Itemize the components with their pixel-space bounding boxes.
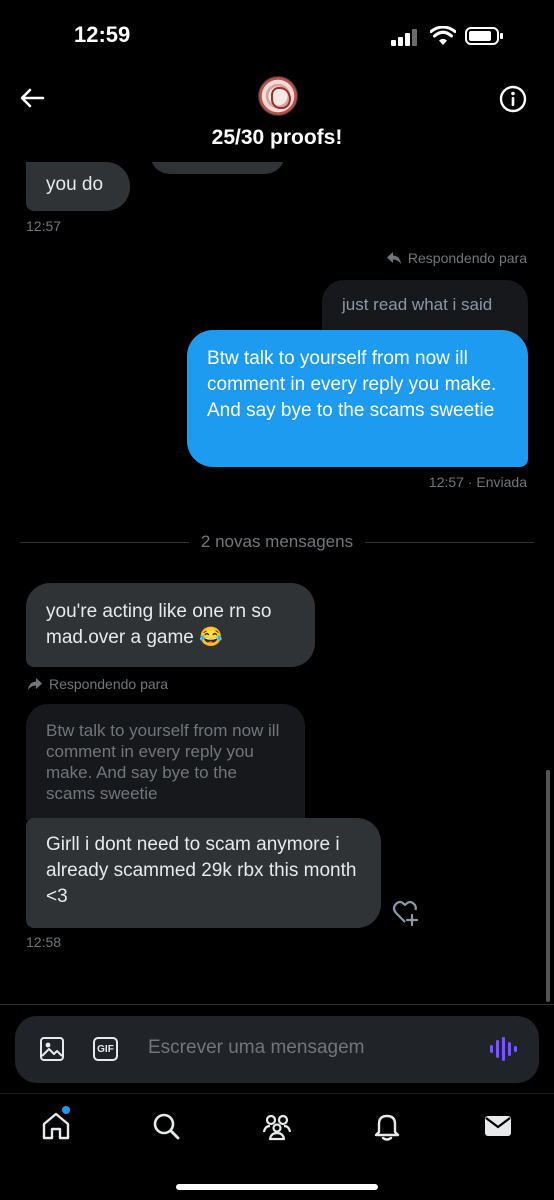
- reply-arrow-icon: [386, 252, 401, 264]
- info-icon[interactable]: [498, 84, 528, 114]
- quoted-message[interactable]: Btw talk to yourself from now ill commen…: [26, 704, 305, 820]
- new-messages-divider: 2 novas mensagens: [20, 532, 534, 552]
- notification-dot: [62, 1106, 70, 1114]
- message-text: Btw talk to yourself from now ill commen…: [207, 348, 497, 421]
- composer-divider: [0, 1004, 554, 1005]
- conversation-header: 25/30 proofs!: [0, 70, 554, 162]
- message-bubble-outgoing[interactable]: Btw talk to yourself from now ill commen…: [187, 330, 528, 467]
- wifi-icon: [430, 26, 456, 45]
- status-bar: 12:59: [0, 0, 554, 70]
- cellular-signal-icon: [391, 28, 421, 46]
- message-bubble-incoming[interactable]: Girll i dont need to scam anymore i alre…: [26, 818, 381, 928]
- add-reaction-icon[interactable]: [392, 900, 420, 926]
- battery-icon: [465, 27, 503, 45]
- home-icon[interactable]: [40, 1110, 72, 1142]
- scrollbar[interactable]: [546, 770, 550, 1002]
- message-text: Girll i dont need to scam anymore i alre…: [46, 834, 357, 907]
- conversation-title[interactable]: 25/30 proofs!: [0, 126, 554, 150]
- home-indicator: [176, 1184, 378, 1190]
- reply-forward-icon: [28, 678, 42, 690]
- messages-icon[interactable]: [482, 1110, 514, 1142]
- reply-context-label: Respondendo para: [27, 676, 168, 692]
- image-icon[interactable]: [39, 1036, 65, 1062]
- message-thread[interactable]: you do 12:57 Respondendo para just read …: [0, 162, 554, 1005]
- status-time: 12:59: [74, 22, 131, 47]
- message-text: you're acting like one rn so mad.over a …: [46, 601, 272, 648]
- gif-icon[interactable]: GIF: [93, 1037, 118, 1061]
- back-arrow-icon[interactable]: [18, 84, 46, 112]
- notifications-icon[interactable]: [371, 1110, 403, 1142]
- bottom-navigation: [0, 1093, 554, 1200]
- avatar[interactable]: [258, 76, 298, 116]
- message-timestamp: 12:57: [26, 218, 62, 234]
- message-composer: GIF Escrever uma mensagem: [15, 1016, 539, 1083]
- reply-context-label: Respondendo para: [386, 250, 527, 266]
- message-timestamp: 12:58: [26, 934, 62, 950]
- message-status: 12:57 · Enviada: [428, 474, 527, 490]
- message-input[interactable]: Escrever uma mensagem: [148, 1037, 364, 1059]
- voice-message-icon[interactable]: [489, 1036, 517, 1062]
- previous-message-edge: [150, 162, 285, 174]
- communities-icon[interactable]: [261, 1110, 293, 1142]
- message-bubble-incoming[interactable]: you're acting like one rn so mad.over a …: [26, 583, 315, 667]
- message-bubble-incoming[interactable]: you do: [26, 162, 130, 211]
- search-icon[interactable]: [150, 1110, 182, 1142]
- message-text: you do: [46, 174, 104, 195]
